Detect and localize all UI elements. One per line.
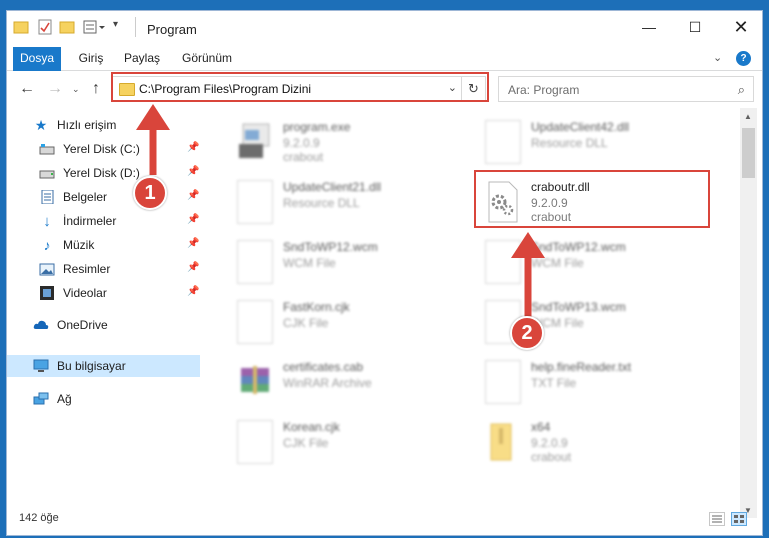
pin-icon[interactable]: 📌 [187,238,199,249]
list-item[interactable]: help.fineReader.txt TXT File [475,354,705,410]
ribbon-expand-icon[interactable]: ⌄ [713,51,722,64]
nav-item-downloads[interactable]: ↓ İndirmeler [39,211,116,231]
nav-label: İndirmeler [63,214,117,228]
list-item[interactable]: SndToWP13.wcm WCM File [475,294,705,350]
ribbon-tabs: Dosya Giriş Paylaş Görünüm ⌄ ? [7,47,762,71]
folder-icon [13,19,29,35]
nav-label: Hızlı erişim [57,118,117,132]
list-item[interactable]: certificates.cab WinRAR Archive [227,354,457,410]
list-item[interactable]: SndToWP12.wcm WCM File [227,234,457,290]
list-item[interactable]: UpdateClient21.dll Resource DLL [227,174,457,230]
callout-2: 2 [510,316,544,350]
file-highlight-box [474,170,710,228]
pictures-icon [39,262,55,276]
pin-icon[interactable]: 📌 [187,166,199,177]
drive-icon [39,142,55,156]
download-icon: ↓ [43,212,51,230]
file-icon [237,420,273,464]
close-button[interactable]: ✕ [718,11,764,43]
navigation-pane: ★ Hızlı erişim Yerel Disk (C:) 📌 Yerel D… [7,108,207,508]
qa-dropdown-icon[interactable]: ▾ [113,19,129,35]
nav-label: OneDrive [57,318,108,332]
address-highlight-box [111,72,489,102]
tab-share[interactable]: Paylaş [120,47,164,71]
nav-label: Videolar [63,286,107,300]
nav-onedrive[interactable]: OneDrive [33,315,108,335]
title-divider [135,17,136,37]
help-icon[interactable]: ? [736,51,751,66]
file-icon [485,360,521,404]
up-arrow-icon[interactable]: ↑ [92,80,100,98]
exe-file-icon [237,120,273,164]
search-icon[interactable]: ⌕ [738,82,745,98]
nav-item-disk-c[interactable]: Yerel Disk (C:) [39,139,140,159]
pin-icon[interactable]: 📌 [187,190,199,201]
nav-label: Bu bilgisayar [57,359,126,373]
nav-item-disk-d[interactable]: Yerel Disk (D:) [39,163,140,183]
properties-icon[interactable] [37,19,53,35]
back-arrow-icon[interactable]: ← [19,80,35,98]
dll-file-icon [237,180,273,224]
file-icon [237,240,273,284]
star-icon: ★ [34,116,48,133]
callout-1: 1 [133,176,167,210]
status-item-count: 142 öğe [19,512,59,524]
nav-label: Ağ [57,392,72,406]
title-bar: ▾ Program — ☐ ✕ [7,11,762,47]
archive-icon [237,360,273,404]
cloud-icon [33,318,49,332]
nav-network[interactable]: Ağ [33,389,72,409]
forward-arrow-icon[interactable]: → [47,80,63,98]
nav-item-documents[interactable]: Belgeler [39,187,107,207]
dll-file-icon [485,120,521,164]
music-icon: ♪ [43,237,51,253]
pin-icon[interactable]: 📌 [187,142,199,153]
list-item[interactable]: FastKorn.cjk CJK File [227,294,457,350]
details-view-icon[interactable] [709,512,725,526]
search-input[interactable]: Ara: Program ⌕ [498,76,754,102]
nav-label: Yerel Disk (C:) [63,142,140,156]
file-icon [485,240,521,284]
tiles-view-icon[interactable] [731,512,747,526]
nav-item-music[interactable]: ♪ Müzik [39,235,95,255]
recent-dropdown-icon[interactable]: ⌄ [72,84,80,95]
video-icon [39,286,55,300]
list-item[interactable]: UpdateClient42.dll Resource DLL [475,114,705,170]
network-icon [33,392,49,406]
customize-toolbar-icon[interactable] [83,19,107,35]
minimize-button[interactable]: — [626,11,672,43]
list-item[interactable]: program.exe 9.2.0.9 crabout [227,114,457,170]
new-folder-icon[interactable] [59,19,75,35]
tab-file[interactable]: Dosya [13,47,61,71]
nav-label: Yerel Disk (D:) [63,166,140,180]
window-title: Program [147,22,197,37]
scroll-up-icon[interactable]: ▲ [744,112,752,121]
vertical-scrollbar[interactable]: ▲ ▼ [740,108,757,518]
maximize-button[interactable]: ☐ [672,11,718,43]
pin-icon[interactable]: 📌 [187,286,199,297]
list-item[interactable]: x64 9.2.0.9 crabout [475,414,705,470]
search-placeholder: Ara: Program [508,83,580,97]
file-list: program.exe 9.2.0.9 crabout UpdateClient… [217,108,737,514]
tab-view[interactable]: Görünüm [177,47,237,71]
scroll-thumb[interactable] [742,128,755,178]
nav-label: Müzik [63,238,95,252]
nav-label: Resimler [63,262,111,276]
nav-quick-access[interactable]: ★ Hızlı erişim [33,115,117,135]
pin-icon[interactable]: 📌 [187,214,199,225]
file-icon [237,300,273,344]
computer-icon [33,359,49,373]
list-item[interactable]: SndToWP12.wcm WCM File [475,234,705,290]
nav-item-videos[interactable]: Videolar [39,283,107,303]
folder-icon [485,420,521,464]
nav-label: Belgeler [63,190,108,204]
pin-icon[interactable]: 📌 [187,262,199,273]
tab-home[interactable]: Giriş [73,47,109,71]
drive-icon [39,166,55,180]
documents-icon [39,190,55,204]
nav-item-pictures[interactable]: Resimler [39,259,110,279]
list-item[interactable]: Korean.cjk CJK File [227,414,457,470]
nav-this-pc[interactable]: Bu bilgisayar [33,356,126,376]
